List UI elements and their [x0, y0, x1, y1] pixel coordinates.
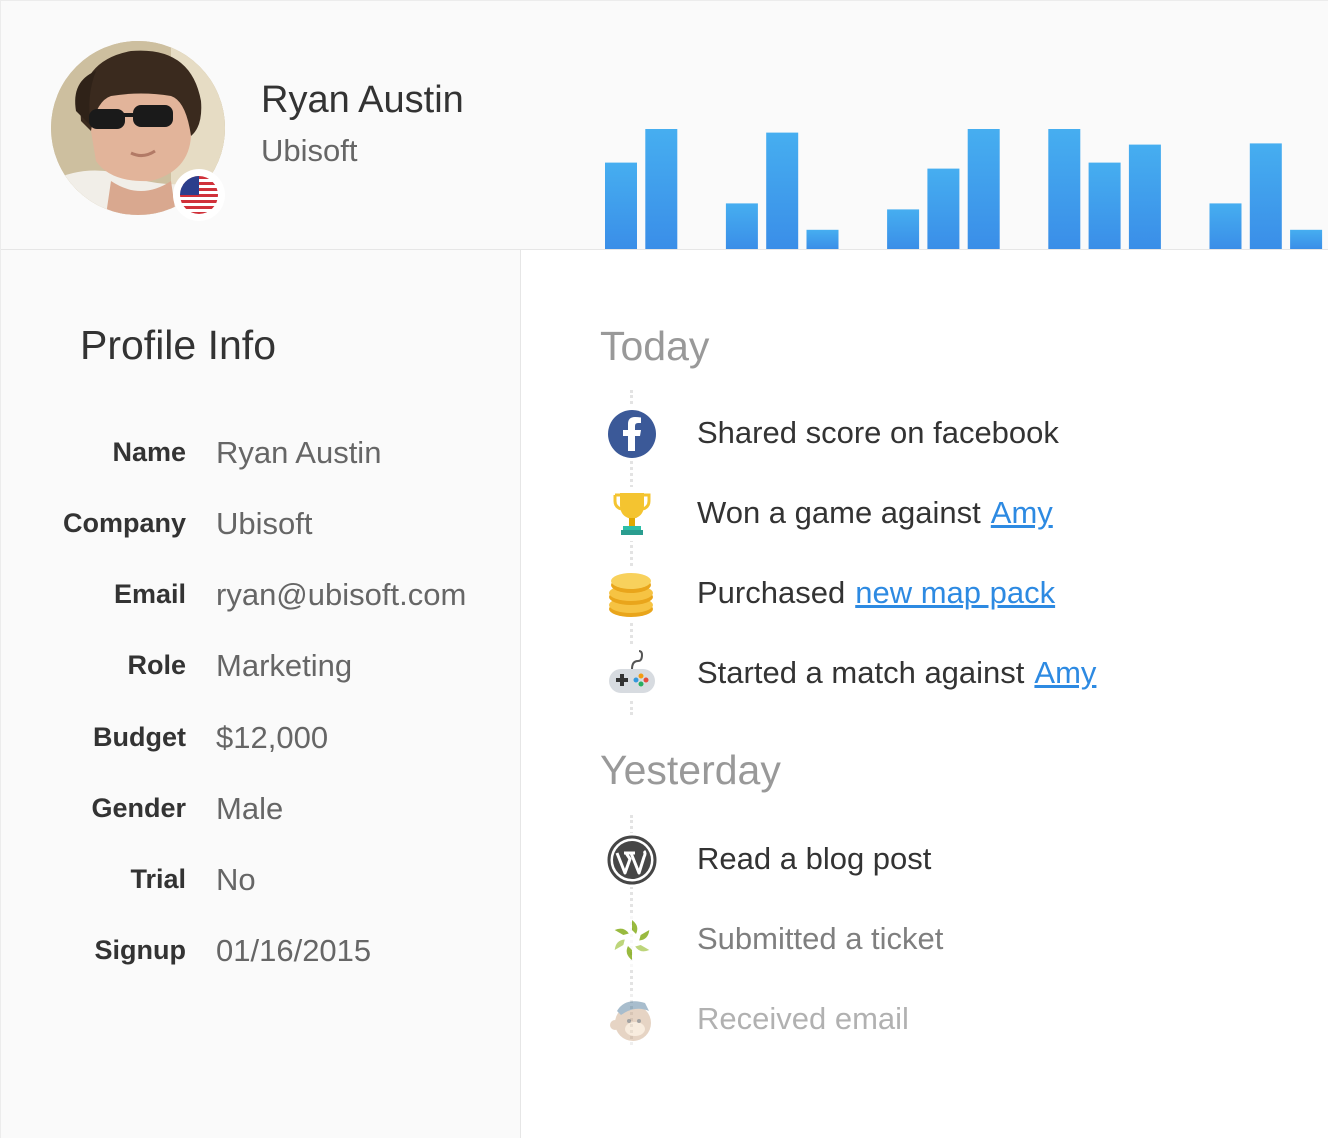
- info-label: Company: [62, 508, 186, 538]
- info-value: Ryan Austin: [216, 435, 382, 470]
- info-label: Email: [113, 579, 186, 609]
- event-description: Received email: [697, 1001, 909, 1036]
- activity-bar: [927, 168, 960, 249]
- activity-bar: [1088, 162, 1121, 249]
- event-description: Started a match against: [697, 655, 1025, 690]
- activity-timeline: Today Shared score on facebook Won a gam…: [521, 250, 1328, 1138]
- info-value: No: [216, 862, 256, 897]
- info-row-name: Name Ryan Austin: [1, 435, 521, 477]
- event-description: Read a blog post: [697, 841, 932, 876]
- info-row-trial: Trial No: [1, 862, 521, 904]
- activity-bar: [725, 203, 758, 249]
- zendesk-icon: [605, 913, 659, 967]
- today-heading: Today: [600, 323, 710, 369]
- activity-bar: [1048, 129, 1081, 249]
- info-label: Role: [127, 650, 186, 680]
- event-description: Shared score on facebook: [697, 415, 1059, 450]
- activity-bar: [766, 132, 799, 249]
- activity-bar: [1290, 229, 1323, 249]
- timeline-event: Received email: [601, 993, 1301, 1053]
- us-flag-icon: [180, 176, 218, 214]
- event-text: Submitted a ticket: [697, 921, 943, 957]
- info-value: 01/16/2015: [216, 933, 372, 968]
- profile-info-panel: Profile Info Name Ryan Austin Company Ub…: [1, 250, 521, 1138]
- flag-badge: [173, 169, 225, 221]
- event-description: Submitted a ticket: [697, 921, 944, 956]
- profile-header: Ryan Austin Ubisoft: [1, 1, 1328, 250]
- event-text: Received email: [697, 1001, 909, 1037]
- timeline-event: Read a blog post: [601, 833, 1301, 893]
- activity-bar: [967, 129, 1000, 249]
- event-text: Started a match against Amy: [697, 655, 1096, 691]
- info-row-email: Email ryan@ubisoft.com: [1, 577, 521, 619]
- user-company: Ubisoft: [261, 133, 358, 168]
- coins-icon: [605, 567, 659, 621]
- activity-bar: [887, 209, 920, 249]
- info-value: Male: [216, 791, 284, 826]
- activity-bar: [1128, 144, 1161, 249]
- opponent-link[interactable]: Amy: [991, 495, 1053, 530]
- event-description: Purchased: [697, 575, 846, 610]
- activity-bar: [1249, 143, 1282, 249]
- info-value: $12,000: [216, 720, 329, 755]
- timeline-event: Won a game against Amy: [601, 487, 1301, 547]
- profile-info-title: Profile Info: [80, 322, 276, 368]
- facebook-icon: [605, 407, 659, 461]
- info-row-company: Company Ubisoft: [1, 506, 521, 548]
- info-value: ryan@ubisoft.com: [216, 577, 467, 612]
- info-label: Budget: [93, 722, 186, 752]
- yesterday-heading: Yesterday: [600, 747, 781, 793]
- timeline-event: Shared score on facebook: [601, 407, 1301, 467]
- event-description: Won a game against: [697, 495, 981, 530]
- info-label: Gender: [91, 793, 186, 823]
- info-row-gender: Gender Male: [1, 791, 521, 833]
- user-name: Ryan Austin: [261, 79, 464, 121]
- trophy-icon: [605, 487, 659, 541]
- gamepad-icon: [605, 647, 659, 701]
- product-link[interactable]: new map pack: [855, 575, 1055, 610]
- info-row-signup: Signup 01/16/2015: [1, 933, 521, 975]
- info-row-budget: Budget $12,000: [1, 720, 521, 762]
- info-label: Trial: [130, 864, 186, 894]
- timeline-event: Submitted a ticket: [601, 913, 1301, 973]
- info-value: Ubisoft: [216, 506, 313, 541]
- activity-bar: [645, 129, 678, 249]
- info-row-role: Role Marketing: [1, 648, 521, 690]
- opponent-link[interactable]: Amy: [1034, 655, 1096, 690]
- timeline-event: Purchased new map pack: [601, 567, 1301, 627]
- info-label: Name: [112, 437, 186, 467]
- event-text: Shared score on facebook: [697, 415, 1059, 451]
- wordpress-icon: [605, 833, 659, 887]
- activity-bar: [1209, 203, 1242, 249]
- activity-bar: [605, 162, 637, 249]
- event-text: Won a game against Amy: [697, 495, 1053, 531]
- info-value: Marketing: [216, 648, 353, 683]
- event-text: Purchased new map pack: [697, 575, 1055, 611]
- event-text: Read a blog post: [697, 841, 931, 877]
- activity-bar: [806, 229, 839, 249]
- timeline-event: Started a match against Amy: [601, 647, 1301, 707]
- profile-card: Ryan Austin Ubisoft Profile Info Name Ry…: [0, 0, 1328, 1138]
- mailchimp-icon: [605, 993, 659, 1047]
- info-label: Signup: [94, 935, 186, 965]
